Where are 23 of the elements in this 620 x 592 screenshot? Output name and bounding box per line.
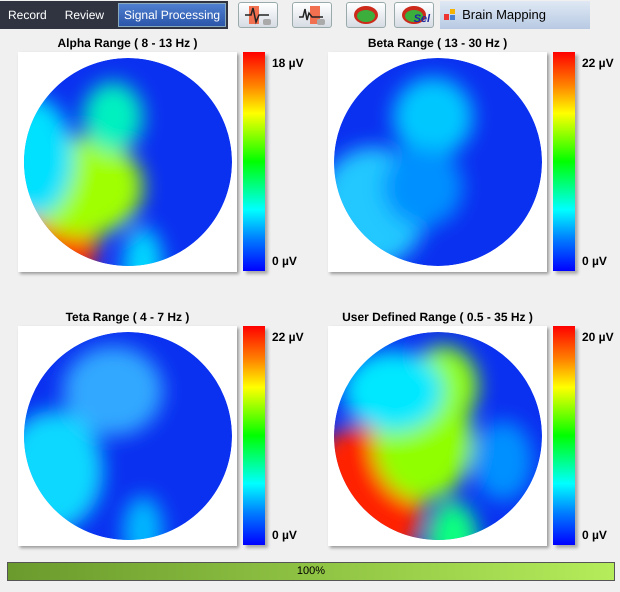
- tab[interactable]: Review: [58, 3, 110, 27]
- scale-label: 22 µV: [582, 55, 614, 72]
- grid-icon: [444, 9, 456, 21]
- scale-label: 0 µV: [582, 253, 608, 270]
- scale-label: 0 µV: [272, 527, 298, 544]
- toolbar-button[interactable]: [292, 2, 332, 28]
- tab[interactable]: Signal Processing: [118, 3, 226, 27]
- scale-label: 18 µV: [272, 55, 304, 72]
- map-title: Alpha Range ( 8 - 13 Hz ): [56, 36, 199, 50]
- panel-title: Brain Mapping: [462, 6, 546, 24]
- waveform-icon: [243, 4, 274, 26]
- scale-label: 20 µV: [582, 329, 614, 346]
- map-title: Beta Range ( 13 - 30 Hz ): [366, 36, 508, 50]
- scale-label: 22 µV: [272, 329, 304, 346]
- map-title: User Defined Range ( 0.5 - 35 Hz ): [341, 310, 534, 324]
- progress-label: 100%: [296, 564, 326, 580]
- map-title: Teta Range ( 4 - 7 Hz ): [64, 310, 190, 324]
- scale-label: 0 µV: [582, 527, 608, 544]
- select-map-button[interactable]: Sel: [394, 2, 434, 28]
- tab[interactable]: Record: [2, 3, 53, 27]
- waveform-icon: [297, 4, 328, 26]
- toolbar-button[interactable]: [238, 2, 278, 28]
- scale-label: 0 µV: [272, 253, 298, 270]
